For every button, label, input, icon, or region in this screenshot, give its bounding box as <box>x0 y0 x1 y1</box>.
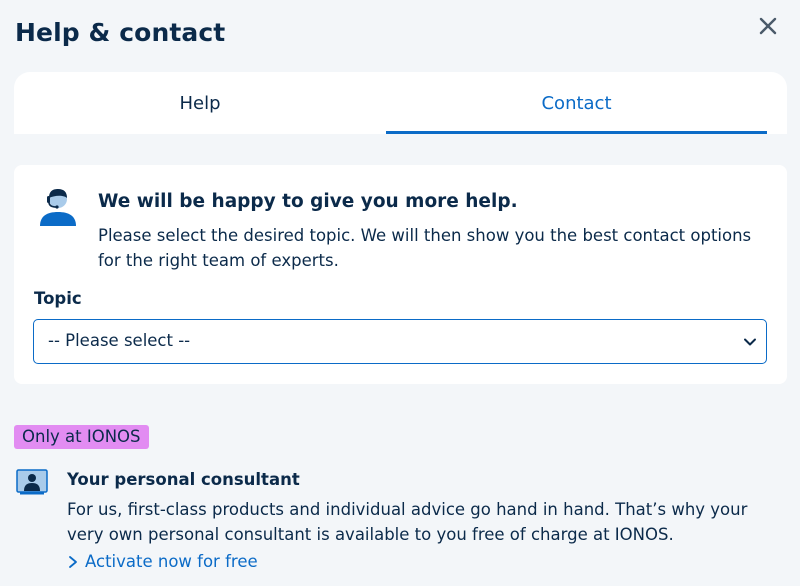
topic-select-value: -- Please select -- <box>48 331 191 350</box>
tab-bar: Help Contact <box>14 72 787 134</box>
promo-badge: Only at IONOS <box>14 425 149 449</box>
chevron-down-icon <box>744 338 756 346</box>
card-description: Please select the desired topic. We will… <box>98 226 752 270</box>
consultant-description: For us, first-class products and individ… <box>67 500 748 544</box>
topic-label: Topic <box>34 289 82 308</box>
contact-card: We will be happy to give you more help. … <box>14 165 787 384</box>
card-heading: We will be happy to give you more help. <box>98 191 518 212</box>
topic-select[interactable]: -- Please select -- <box>33 319 767 364</box>
activate-link-label: Activate now for free <box>85 552 258 571</box>
page-title: Help & contact <box>15 18 226 47</box>
chevron-right-icon <box>69 555 77 568</box>
consultant-monitor-icon <box>16 469 48 495</box>
activate-link[interactable]: Activate now for free <box>67 552 258 571</box>
close-icon <box>759 17 777 35</box>
tab-help[interactable]: Help <box>14 72 386 134</box>
consultant-heading: Your personal consultant <box>67 470 300 489</box>
tab-contact[interactable]: Contact <box>386 72 767 134</box>
close-button[interactable] <box>754 12 782 40</box>
support-agent-icon <box>40 189 76 226</box>
